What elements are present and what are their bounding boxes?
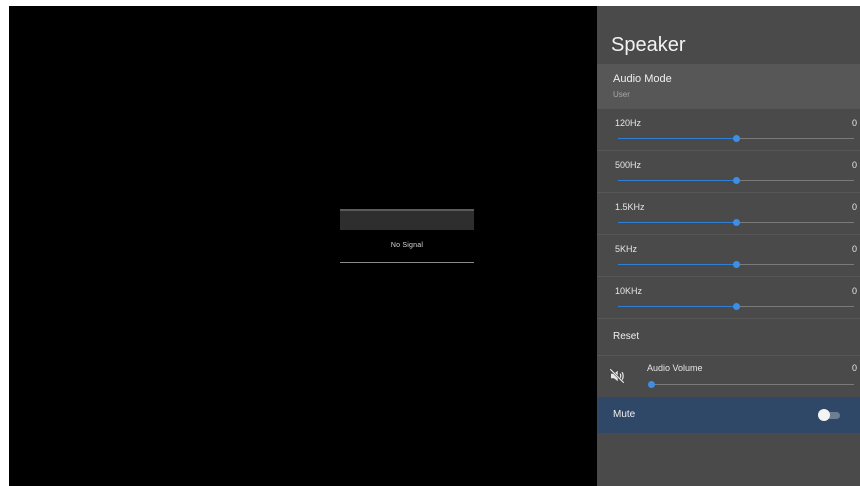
eq-row-120hz[interactable]: 120Hz 0 <box>597 109 860 151</box>
eq-label: 10KHz <box>615 286 643 296</box>
slider-fill <box>618 306 736 307</box>
panel-title: Speaker <box>611 34 686 56</box>
slider-thumb[interactable] <box>733 219 740 226</box>
slider-fill <box>618 222 736 223</box>
eq-value: 0 <box>851 160 857 170</box>
audio-volume-item[interactable]: Audio Volume 0 <box>597 356 860 398</box>
eq-row-5khz[interactable]: 5KHz 0 <box>597 235 860 277</box>
audio-volume-label: Audio Volume <box>647 363 703 373</box>
slider-thumb[interactable] <box>733 135 740 142</box>
eq-row-1-5khz[interactable]: 1.5KHz 0 <box>597 193 860 235</box>
eq-label: 500Hz <box>615 160 642 170</box>
video-display: No Signal <box>9 6 597 486</box>
eq-label: 120Hz <box>615 118 642 128</box>
audio-volume-slider[interactable] <box>648 381 854 388</box>
eq-label: 1.5KHz <box>615 202 645 212</box>
slider-thumb[interactable] <box>733 261 740 268</box>
eq-label: 5KHz <box>615 244 638 254</box>
toggle-knob <box>818 409 830 421</box>
reset-label: Reset <box>613 331 640 342</box>
eq-row-500hz[interactable]: 500Hz 0 <box>597 151 860 193</box>
eq-slider-5khz[interactable] <box>618 261 854 268</box>
eq-value: 0 <box>851 118 857 128</box>
eq-value: 0 <box>851 244 857 254</box>
audio-volume-value: 0 <box>851 363 857 373</box>
eq-slider-10khz[interactable] <box>618 303 854 310</box>
no-signal-header-bar <box>340 209 474 230</box>
eq-value: 0 <box>851 202 857 212</box>
audio-mode-value: User <box>613 90 630 99</box>
reset-button[interactable]: Reset <box>597 318 860 356</box>
slider-fill <box>618 138 736 139</box>
eq-slider-1-5khz[interactable] <box>618 219 854 226</box>
mute-label: Mute <box>613 409 636 420</box>
speaker-settings-panel: Speaker Audio Mode User 120Hz 0 500Hz 0 … <box>597 6 860 486</box>
no-signal-text: No Signal <box>390 242 424 249</box>
mute-item[interactable]: Mute <box>597 397 860 433</box>
speaker-muted-icon <box>609 368 625 384</box>
audio-mode-item[interactable]: Audio Mode User <box>597 64 860 109</box>
mute-toggle[interactable] <box>818 409 842 421</box>
eq-row-10khz[interactable]: 10KHz 0 <box>597 277 860 319</box>
slider-fill <box>618 264 736 265</box>
audio-mode-label: Audio Mode <box>613 73 672 85</box>
eq-slider-500hz[interactable] <box>618 177 854 184</box>
slider-thumb[interactable] <box>733 303 740 310</box>
slider-thumb[interactable] <box>733 177 740 184</box>
eq-slider-120hz[interactable] <box>618 135 854 142</box>
slider-thumb[interactable] <box>648 381 655 388</box>
eq-value: 0 <box>851 286 857 296</box>
no-signal-divider <box>340 262 474 263</box>
no-signal-box: No Signal <box>340 209 474 263</box>
slider-fill <box>618 180 736 181</box>
